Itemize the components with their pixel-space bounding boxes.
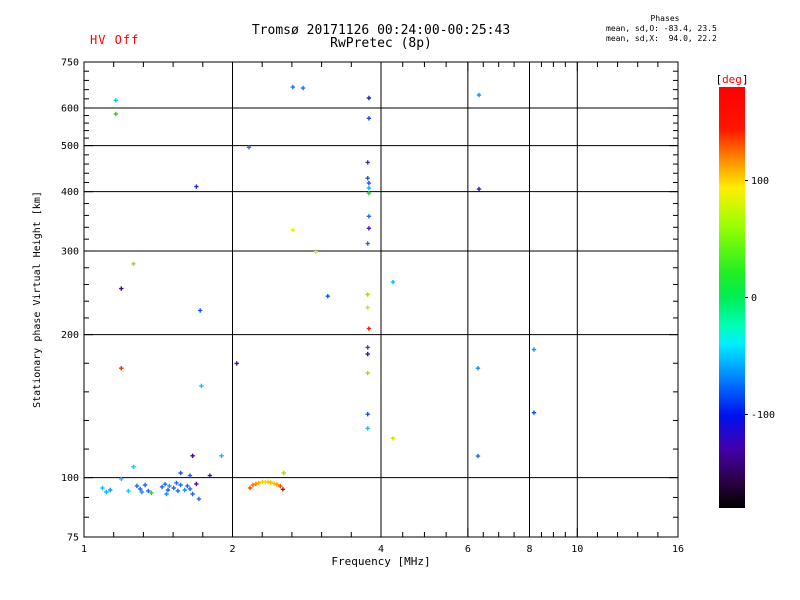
data-point [185, 484, 189, 488]
y-tick-label: 600 [61, 104, 79, 115]
y-axis-title: Stationary phase Virtual Height [km] [32, 191, 43, 408]
data-point [114, 98, 118, 102]
y-tick-label: 300 [61, 247, 79, 258]
data-point [208, 473, 212, 477]
data-point [174, 481, 178, 485]
data-point [135, 484, 139, 488]
data-point [477, 187, 481, 191]
data-point [476, 366, 480, 370]
data-point [119, 286, 123, 290]
data-point [367, 326, 371, 330]
data-point [367, 181, 371, 185]
data-point [291, 85, 295, 89]
data-point [104, 490, 108, 494]
data-point [197, 497, 201, 501]
x-tick-label: 10 [571, 544, 583, 555]
data-point [532, 347, 536, 351]
data-points [100, 85, 536, 501]
data-point [301, 86, 305, 90]
data-point [391, 436, 395, 440]
data-point [476, 454, 480, 458]
data-point [235, 361, 239, 365]
data-point [119, 366, 123, 370]
data-point [366, 241, 370, 245]
colorbar-tick-label: 100 [751, 176, 769, 187]
data-point [248, 486, 252, 490]
data-point [366, 412, 370, 416]
data-point [391, 280, 395, 284]
data-point [194, 184, 198, 188]
y-tick-label: 400 [61, 187, 79, 198]
x-tick-label: 6 [465, 544, 471, 555]
x-tick-label: 1 [81, 544, 87, 555]
data-point [366, 371, 370, 375]
data-point [190, 454, 194, 458]
data-point [167, 484, 171, 488]
data-point [160, 485, 164, 489]
data-point [367, 116, 371, 120]
data-point [194, 482, 198, 486]
data-point [281, 487, 285, 491]
data-point [199, 384, 203, 388]
data-point [367, 96, 371, 100]
data-point [126, 489, 130, 493]
ionogram-page: HV Off Tromsø 20171126 00:24:00-00:25:43… [0, 0, 800, 600]
data-point [477, 93, 481, 97]
colorbar [719, 87, 745, 508]
data-point [164, 492, 168, 496]
data-point [366, 160, 370, 164]
data-point [366, 345, 370, 349]
data-point [366, 352, 370, 356]
data-point [183, 488, 187, 492]
data-point [143, 483, 147, 487]
data-point [366, 176, 370, 180]
data-point [190, 492, 194, 496]
data-point [366, 426, 370, 430]
x-axis-title: Frequency [MHz] [331, 555, 430, 568]
data-point [291, 228, 295, 232]
data-point [326, 294, 330, 298]
colorbar-tick-label: 0 [751, 293, 757, 304]
data-point [178, 471, 182, 475]
data-point [166, 488, 170, 492]
x-tick-label: 16 [672, 544, 684, 555]
data-point [367, 226, 371, 230]
data-point [532, 411, 536, 415]
data-point [114, 112, 118, 116]
x-tick-label: 4 [378, 544, 384, 555]
y-tick-label: 75 [67, 533, 79, 544]
ionogram-chart: 1 2 4 6 8 10 16 750 600 500 400 300 200 100 75 Frequenc… [0, 0, 800, 600]
y-tick-label: 500 [61, 141, 79, 152]
data-point [366, 305, 370, 309]
colorbar-label: [deg] [715, 73, 748, 86]
data-point [100, 486, 104, 490]
data-point [366, 292, 370, 296]
data-point [176, 489, 180, 493]
y-tick-label: 100 [61, 473, 79, 484]
data-point [163, 482, 167, 486]
data-point [188, 473, 192, 477]
data-point [172, 486, 176, 490]
y-tick-label: 200 [61, 330, 79, 341]
data-point [198, 308, 202, 312]
data-point [282, 471, 286, 475]
data-point [131, 465, 135, 469]
colorbar-tick-label: -100 [751, 410, 775, 421]
data-point [108, 488, 112, 492]
data-point [131, 262, 135, 266]
data-point [188, 487, 192, 491]
data-point [178, 483, 182, 487]
data-point [314, 250, 318, 254]
x-tick-label: 8 [526, 544, 532, 555]
data-point [219, 454, 223, 458]
x-tick-label: 2 [229, 544, 235, 555]
data-point [367, 214, 371, 218]
y-tick-label: 750 [61, 58, 79, 69]
data-point [367, 186, 371, 190]
